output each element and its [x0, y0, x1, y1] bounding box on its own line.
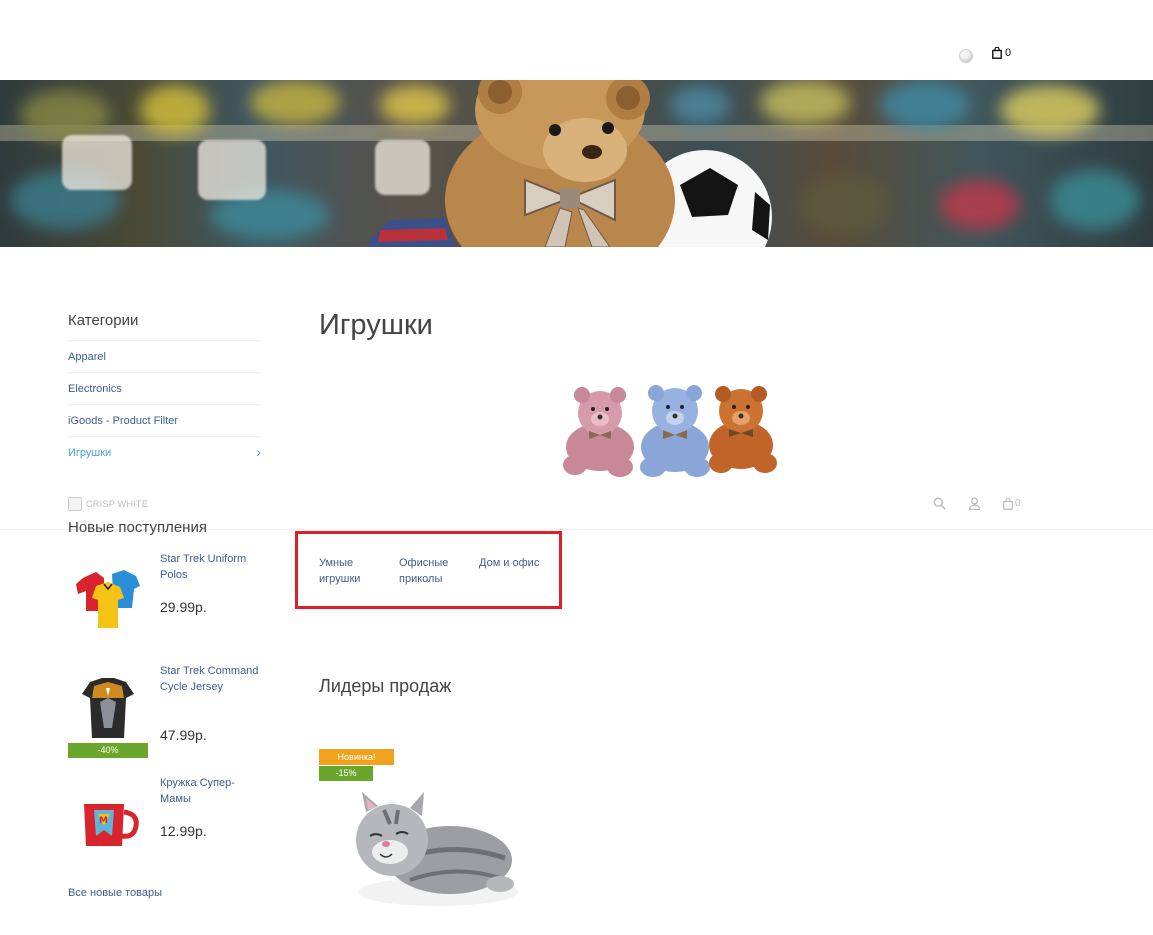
product-name[interactable]: Star Trek Command Cycle Jersey — [160, 663, 260, 695]
logo-icon — [68, 497, 82, 511]
category-item-igoods[interactable]: iGoods - Product Filter — [68, 404, 261, 436]
category-item-apparel[interactable]: Apparel — [68, 340, 261, 372]
category-label[interactable]: Apparel — [68, 351, 106, 363]
cart-count: 0 — [1005, 47, 1012, 59]
sticky-cart-button[interactable]: 0 — [1003, 497, 1021, 510]
new-badge: Новинка! — [319, 749, 394, 765]
subcategory-office-pranks[interactable]: Офисные приколы — [399, 555, 461, 587]
search-icon[interactable] — [933, 497, 946, 510]
subcategory-home-office[interactable]: Дом и офис — [479, 555, 549, 571]
top-header: 0 — [0, 0, 1153, 80]
svg-text:M: M — [99, 816, 108, 826]
product-price: 47.99р. — [160, 727, 207, 743]
hero-banner — [0, 80, 1153, 247]
product-thumbnail[interactable] — [68, 556, 148, 636]
product-name[interactable]: Кружка Супер-Мамы — [160, 775, 260, 807]
category-item-toys[interactable]: Игрушки › — [68, 436, 261, 468]
logo-text: CRISP WHITE — [86, 499, 149, 509]
product-thumbnail[interactable]: M — [68, 780, 148, 860]
new-arrivals-heading: Новые поступления — [68, 519, 207, 536]
product-name[interactable]: Star Trek Uniform Polos — [160, 551, 260, 583]
product-thumbnail[interactable] — [68, 668, 148, 748]
category-label[interactable]: Electronics — [68, 383, 122, 395]
category-image — [563, 385, 777, 477]
sticky-cart-count: 0 — [1015, 498, 1021, 509]
teddy-bear-ball-image — [368, 80, 772, 247]
user-icon[interactable] — [968, 497, 981, 510]
language-globe-icon[interactable] — [959, 49, 973, 63]
sticky-icons: 0 — [933, 497, 1021, 510]
category-label[interactable]: Игрушки — [68, 447, 111, 459]
product-price: 29.99р. — [160, 599, 207, 615]
category-item-electronics[interactable]: Electronics — [68, 372, 261, 404]
categories-heading: Категории — [68, 312, 139, 329]
category-label[interactable]: iGoods - Product Filter — [68, 415, 178, 427]
discount-badge: -15% — [319, 766, 373, 781]
shopping-bag-icon — [992, 47, 1002, 59]
page-title: Игрушки — [319, 309, 433, 341]
category-list: Apparel Electronics iGoods - Product Fil… — [68, 340, 261, 468]
subcategory-smart-toys[interactable]: Умные игрушки — [319, 555, 379, 587]
bestseller-product-image[interactable] — [340, 780, 530, 920]
cart-button[interactable]: 0 — [992, 47, 1011, 59]
chevron-right-icon: › — [256, 444, 261, 461]
subcategory-list: Умные игрушки Офисные приколы Дом и офис — [295, 531, 562, 609]
discount-badge: -40% — [68, 743, 148, 758]
shopping-bag-icon — [1003, 497, 1013, 510]
all-new-products-link[interactable]: Все новые товары — [68, 887, 162, 899]
product-price: 12.99р. — [160, 823, 207, 839]
bestsellers-heading: Лидеры продаж — [319, 676, 452, 696]
sticky-logo[interactable]: CRISP WHITE — [68, 497, 148, 511]
